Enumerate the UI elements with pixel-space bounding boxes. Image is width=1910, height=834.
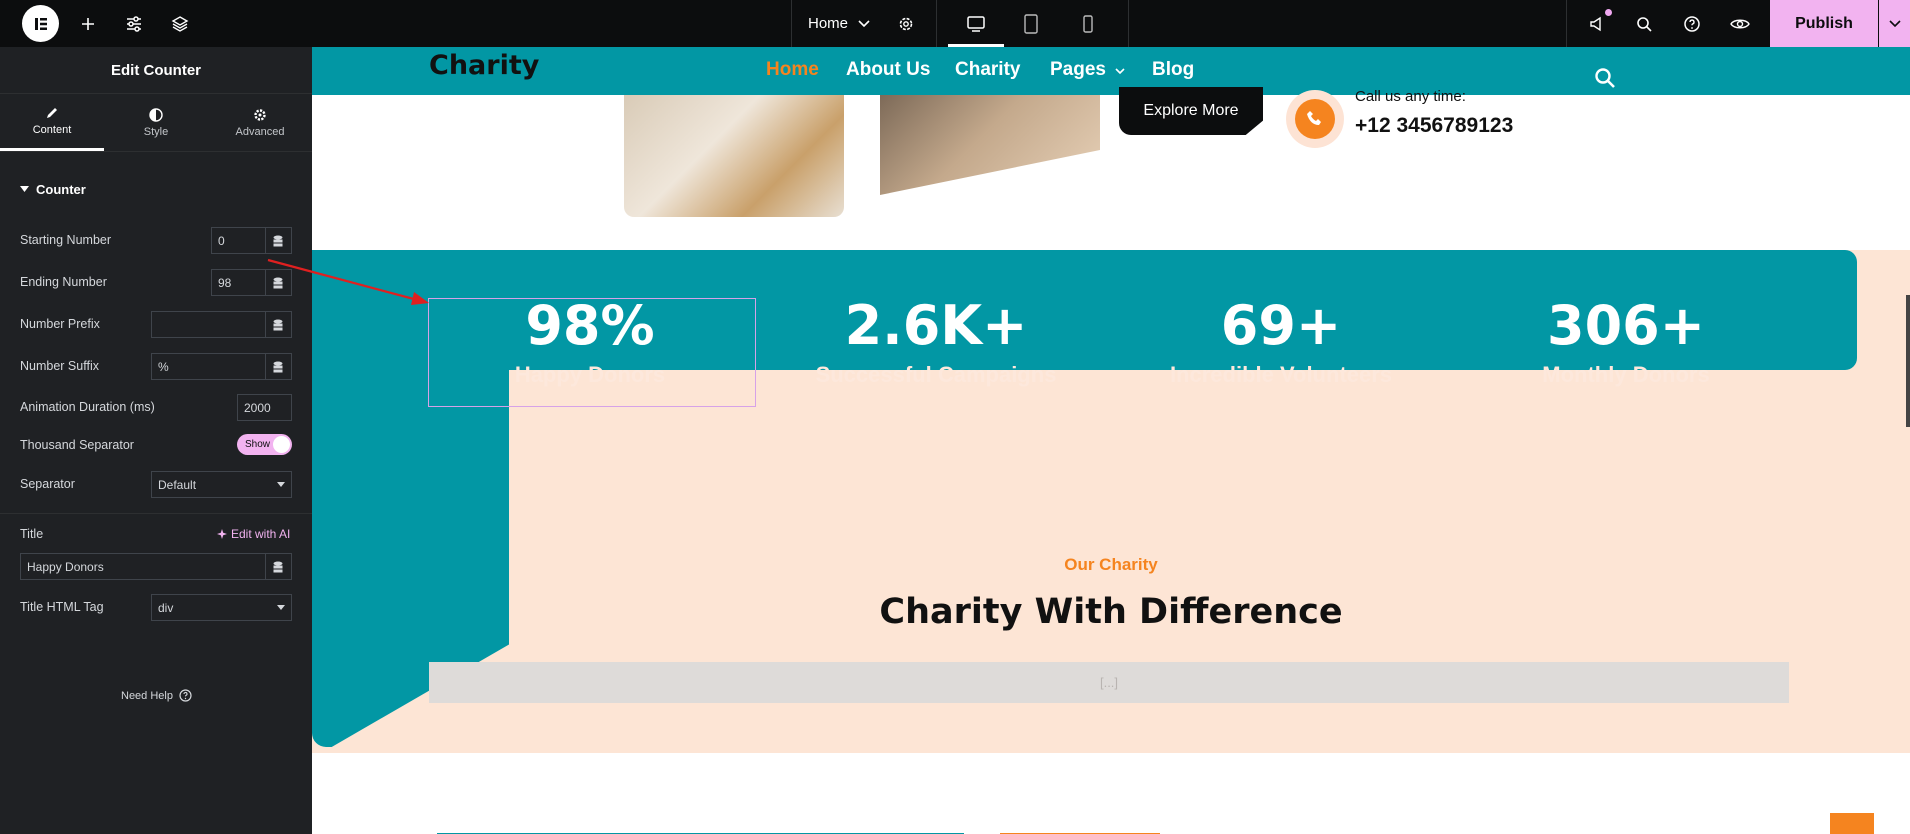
annotation-arrow	[267, 258, 429, 305]
